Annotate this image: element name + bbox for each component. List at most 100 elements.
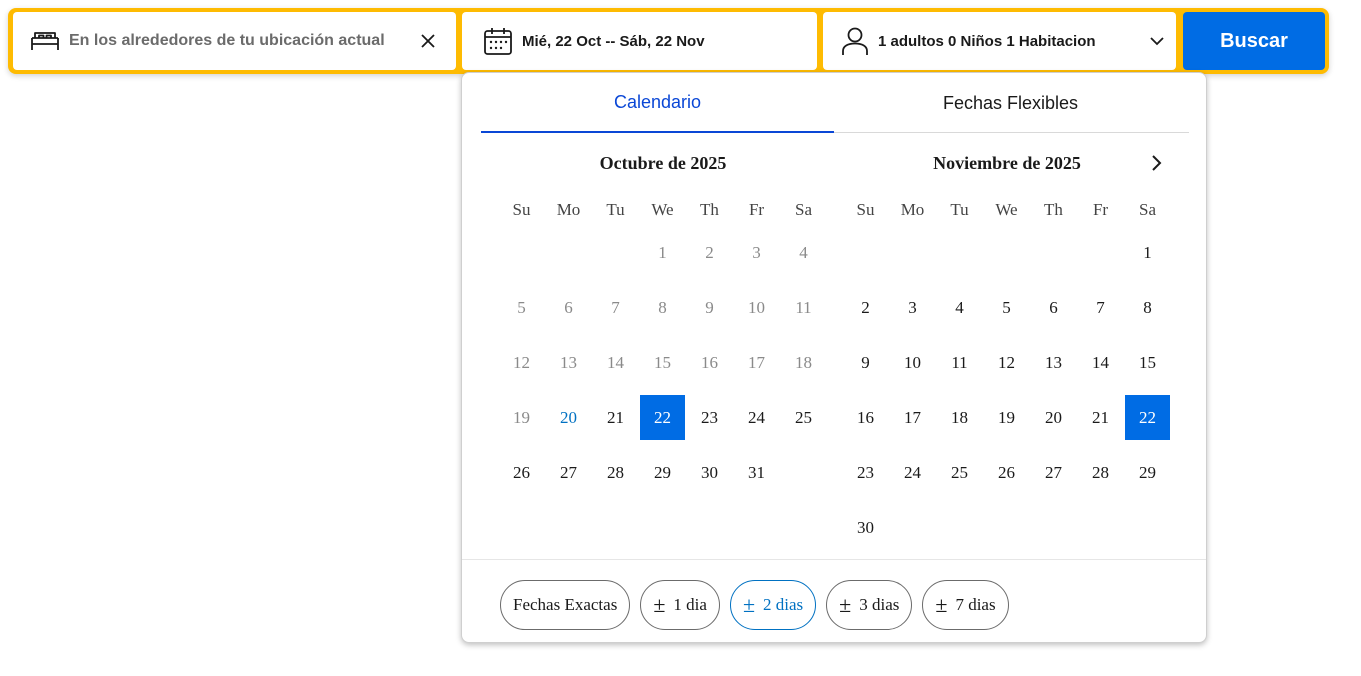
day-cell[interactable]: 5 [984, 285, 1029, 330]
weekday-label: Su [856, 200, 875, 219]
weekday-label: Sa [795, 200, 812, 219]
weekday-label: Sa [1139, 200, 1156, 219]
day-cell[interactable]: 22 [640, 395, 685, 440]
day-cell[interactable]: 9 [843, 340, 888, 385]
day-cell[interactable]: 31 [734, 450, 779, 495]
date-picker-tabs: Calendario Fechas Flexibles [481, 73, 1189, 133]
day-cell: 2 [705, 242, 714, 262]
empty-day [890, 230, 935, 275]
day-cell[interactable]: 24 [890, 450, 935, 495]
day-cell[interactable]: 20 [1031, 395, 1076, 440]
day-cell[interactable]: 11 [937, 340, 982, 385]
weekday-label: Mo [556, 200, 581, 219]
search-button[interactable]: Buscar [1183, 12, 1325, 70]
week-row: 19 20 21 22 23 24 25 [498, 395, 828, 450]
day-cell[interactable]: 3 [890, 285, 935, 330]
flex-option-button[interactable]: ±1 dia [640, 580, 720, 630]
day-cell[interactable]: 1 [1125, 230, 1170, 275]
day-cell[interactable]: 20 [546, 395, 591, 440]
day-cell: 15 [654, 352, 671, 372]
day-cell[interactable]: 22 [1125, 395, 1170, 440]
day-cell: 7 [611, 297, 620, 317]
day-cell[interactable]: 4 [937, 285, 982, 330]
week-row: 16 17 18 19 20 21 22 [842, 395, 1172, 450]
plus-minus-icon: ± [653, 592, 666, 617]
day-cell: 8 [658, 297, 667, 317]
next-month-icon[interactable] [1145, 152, 1167, 174]
day-cell[interactable]: 7 [1078, 285, 1123, 330]
day-cell: 18 [795, 352, 812, 372]
day-cell[interactable]: 16 [843, 395, 888, 440]
day-cell[interactable]: 27 [546, 450, 591, 495]
day-cell[interactable]: 28 [1078, 450, 1123, 495]
month-october: Octubre de 2025 Su Mo Tu We Th Fr Sa 123456789… [498, 145, 828, 505]
occupancy-field[interactable]: 1 adultos 0 Niños 1 Habitacion [823, 12, 1176, 70]
flex-option-button[interactable]: Fechas Exactas [500, 580, 631, 630]
weekday-label: Th [700, 200, 719, 219]
empty-day [1125, 505, 1170, 550]
day-cell[interactable]: 27 [1031, 450, 1076, 495]
flexibility-options: Fechas Exactas ±1 dia ±2 dias ±3 dias ±7 dia… [500, 580, 1009, 630]
day-cell[interactable]: 29 [640, 450, 685, 495]
day-cell[interactable]: 15 [1125, 340, 1170, 385]
empty-day [499, 230, 544, 275]
day-cell[interactable]: 24 [734, 395, 779, 440]
month-november: Noviembre de 2025 Su Mo Tu We Th Fr Sa 1234567… [842, 145, 1172, 560]
day-cell[interactable]: 28 [593, 450, 638, 495]
destination-value: En los alrededores de tu ubicación actua… [69, 32, 385, 49]
day-cell[interactable]: 19 [984, 395, 1029, 440]
day-cell: 6 [564, 297, 573, 317]
day-cell[interactable]: 23 [687, 395, 732, 440]
weekday-label: Mo [900, 200, 925, 219]
day-cell[interactable]: 10 [890, 340, 935, 385]
flex-option-label: 1 dia [673, 595, 707, 614]
day-cell[interactable]: 29 [1125, 450, 1170, 495]
week-row: 12 13 14 15 16 17 18 [498, 340, 828, 395]
day-cell: 11 [795, 297, 812, 317]
tab-flexible-dates[interactable]: Fechas Flexibles [834, 73, 1187, 133]
day-cell[interactable]: 23 [843, 450, 888, 495]
empty-day [984, 505, 1029, 550]
day-cell[interactable]: 26 [984, 450, 1029, 495]
day-cell[interactable]: 21 [593, 395, 638, 440]
day-cell[interactable]: 8 [1125, 285, 1170, 330]
day-cell[interactable]: 30 [843, 505, 888, 550]
flex-option-label: 3 dias [859, 595, 900, 614]
day-cell[interactable]: 25 [937, 450, 982, 495]
flex-option-button[interactable]: ±3 dias [826, 580, 913, 630]
day-cell[interactable]: 18 [937, 395, 982, 440]
day-cell[interactable]: 21 [1078, 395, 1123, 440]
day-cell[interactable]: 30 [687, 450, 732, 495]
destination-field[interactable]: En los alrededores de tu ubicación actua… [13, 12, 456, 70]
chevron-down-icon[interactable] [1148, 32, 1166, 50]
close-icon[interactable] [418, 31, 438, 51]
weekday-label: We [651, 200, 674, 219]
day-cell: 13 [560, 352, 577, 372]
plus-minus-icon: ± [935, 592, 948, 617]
weekday-label: Fr [1092, 200, 1109, 219]
day-cell[interactable]: 13 [1031, 340, 1076, 385]
day-cell[interactable]: 14 [1078, 340, 1123, 385]
day-cell[interactable]: 26 [499, 450, 544, 495]
weekday-header: Su Mo Tu We Th Fr Sa [498, 196, 828, 224]
flex-option-button[interactable]: ±2 dias [729, 580, 817, 630]
day-cell: 19 [513, 407, 530, 427]
date-range-field[interactable]: Mié, 22 Oct -- Sáb, 22 Nov [462, 12, 817, 70]
day-cell[interactable]: 6 [1031, 285, 1076, 330]
month-title: Noviembre de 2025 [933, 153, 1081, 173]
flex-option-button[interactable]: ±7 dias [922, 580, 1009, 630]
tab-calendar[interactable]: Calendario [481, 73, 834, 133]
day-cell: 5 [517, 297, 526, 317]
month-grid: 1 2 3 4 5 6 7 8 9 10 11 12 13 14 15 16 17 18 19 20 21 22 23 24 2… [842, 230, 1172, 560]
day-cell[interactable]: 25 [781, 395, 826, 440]
bed-icon [31, 32, 59, 50]
day-cell[interactable]: 17 [890, 395, 935, 440]
flex-option-label: 2 dias [763, 595, 804, 614]
search-bar: En los alrededores de tu ubicación actua… [8, 8, 1329, 74]
day-cell[interactable]: 12 [984, 340, 1029, 385]
day-cell[interactable]: 2 [843, 285, 888, 330]
week-row: 9 10 11 12 13 14 15 [842, 340, 1172, 395]
weekday-label: Su [512, 200, 531, 219]
weekday-label: We [995, 200, 1018, 219]
weekday-header: Su Mo Tu We Th Fr Sa [842, 196, 1172, 224]
